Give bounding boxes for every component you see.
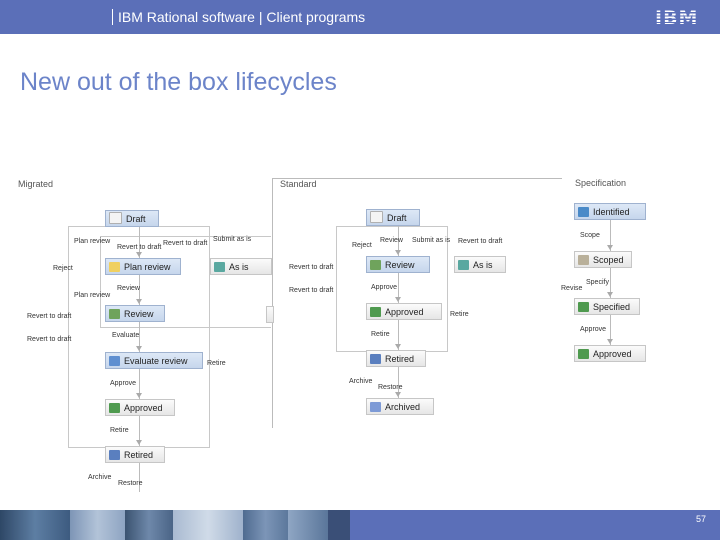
- section-rule: [272, 178, 562, 179]
- transition-label: Evaluate: [112, 332, 140, 339]
- arrow: [607, 339, 613, 344]
- state-review[interactable]: Review: [366, 256, 430, 273]
- transition-label: Review: [380, 237, 403, 244]
- transition-label: Revise: [561, 285, 583, 292]
- header-bar: IBM Rational software | Client programs …: [0, 0, 720, 34]
- transition-label: Archive: [88, 474, 112, 481]
- footer-photo-strip: [243, 510, 288, 540]
- scoped-icon: [578, 255, 589, 265]
- transition-label: Plan review: [74, 238, 111, 245]
- page-number: 57: [695, 514, 706, 524]
- approved-icon: [578, 349, 589, 359]
- transition-label: Submit as is: [412, 237, 451, 244]
- ibm-logo: IBM: [655, 7, 699, 29]
- state-plan-review[interactable]: Plan review: [105, 258, 181, 275]
- transition-label: Revert to draft: [27, 313, 72, 320]
- footer-photo-strip: [328, 510, 350, 540]
- state-partial: [266, 306, 274, 323]
- transition-label: Review: [117, 285, 140, 292]
- retired-icon: [370, 354, 381, 364]
- transition-label: Scope: [580, 232, 600, 239]
- approved-icon: [109, 403, 120, 413]
- state-review[interactable]: Review: [105, 305, 165, 322]
- state-draft[interactable]: Draft: [105, 210, 159, 227]
- header-title: IBM Rational software | Client programs: [118, 9, 366, 25]
- as-is-icon: [458, 260, 469, 270]
- arrow: [607, 245, 613, 250]
- transition-label: Revert to draft: [117, 244, 162, 251]
- state-scoped[interactable]: Scoped: [574, 251, 632, 268]
- retired-icon: [109, 450, 120, 460]
- specified-icon: [578, 302, 589, 312]
- state-specified[interactable]: Specified: [574, 298, 640, 315]
- footer-photo-strip: [125, 510, 173, 540]
- arrow: [136, 252, 142, 257]
- transition-label: Revert to draft: [289, 264, 334, 271]
- arrow: [395, 297, 401, 302]
- state-approved[interactable]: Approved: [366, 303, 442, 320]
- footer-photo-strip: [0, 510, 70, 540]
- arrow: [136, 346, 142, 351]
- plan-review-icon: [109, 262, 120, 272]
- review-icon: [370, 260, 381, 270]
- transition-label: Retire: [371, 331, 390, 338]
- transition-label: Revert to draft: [163, 240, 208, 247]
- arrow: [395, 344, 401, 349]
- arrow: [395, 392, 401, 397]
- state-as-is[interactable]: As is: [210, 258, 272, 275]
- state-retired[interactable]: Retired: [366, 350, 426, 367]
- migrated-section-title: Migrated: [18, 179, 54, 189]
- transition-label: Retire: [450, 311, 469, 318]
- state-evaluate-review[interactable]: Evaluate review: [105, 352, 203, 369]
- transition-label: Restore: [118, 480, 143, 487]
- transition-label: Approve: [110, 380, 137, 387]
- state-retired[interactable]: Retired: [105, 446, 165, 463]
- slide-title: New out of the box lifecycles: [20, 68, 337, 96]
- transition-label: Revert to draft: [458, 238, 503, 245]
- state-approved[interactable]: Approved: [574, 345, 646, 362]
- draft-icon: [370, 211, 383, 223]
- transition-label: Reject: [53, 265, 73, 272]
- state-archived[interactable]: Archived: [366, 398, 434, 415]
- footer-photo-strip: [70, 510, 125, 540]
- state-as-is[interactable]: As is: [454, 256, 506, 273]
- arrow: [136, 440, 142, 445]
- transition-label: Submit as is: [213, 236, 252, 243]
- arrow: [136, 299, 142, 304]
- state-draft[interactable]: Draft: [366, 209, 420, 226]
- transition-label: Revert to draft: [27, 336, 72, 343]
- footer-photo-strip: [173, 510, 243, 540]
- transition-label: Approve: [580, 326, 607, 333]
- standard-section-title: Standard: [280, 179, 317, 189]
- state-identified[interactable]: Identified: [574, 203, 646, 220]
- evaluate-review-icon: [109, 356, 120, 366]
- draft-icon: [109, 212, 122, 224]
- footer-photo-strip: [288, 510, 328, 540]
- transition-label: Archive: [349, 378, 373, 385]
- specification-section-title: Specification: [575, 178, 627, 188]
- transition-label: Specify: [586, 279, 609, 286]
- section-divider: [272, 178, 273, 428]
- approved-icon: [370, 307, 381, 317]
- transition-label: Revert to draft: [289, 287, 334, 294]
- arrow: [607, 292, 613, 297]
- transition-label: Retire: [207, 360, 226, 367]
- arrow: [395, 250, 401, 255]
- as-is-icon: [214, 262, 225, 272]
- transition-label: Retire: [110, 427, 129, 434]
- review-icon: [109, 309, 120, 319]
- identified-icon: [578, 207, 589, 217]
- transition-label: Reject: [352, 242, 372, 249]
- transition-label: Restore: [378, 384, 403, 391]
- transition-label: Approve: [371, 284, 398, 291]
- archived-icon: [370, 402, 381, 412]
- transition-label: Plan review: [74, 292, 111, 299]
- arrow: [136, 393, 142, 398]
- state-approved[interactable]: Approved: [105, 399, 175, 416]
